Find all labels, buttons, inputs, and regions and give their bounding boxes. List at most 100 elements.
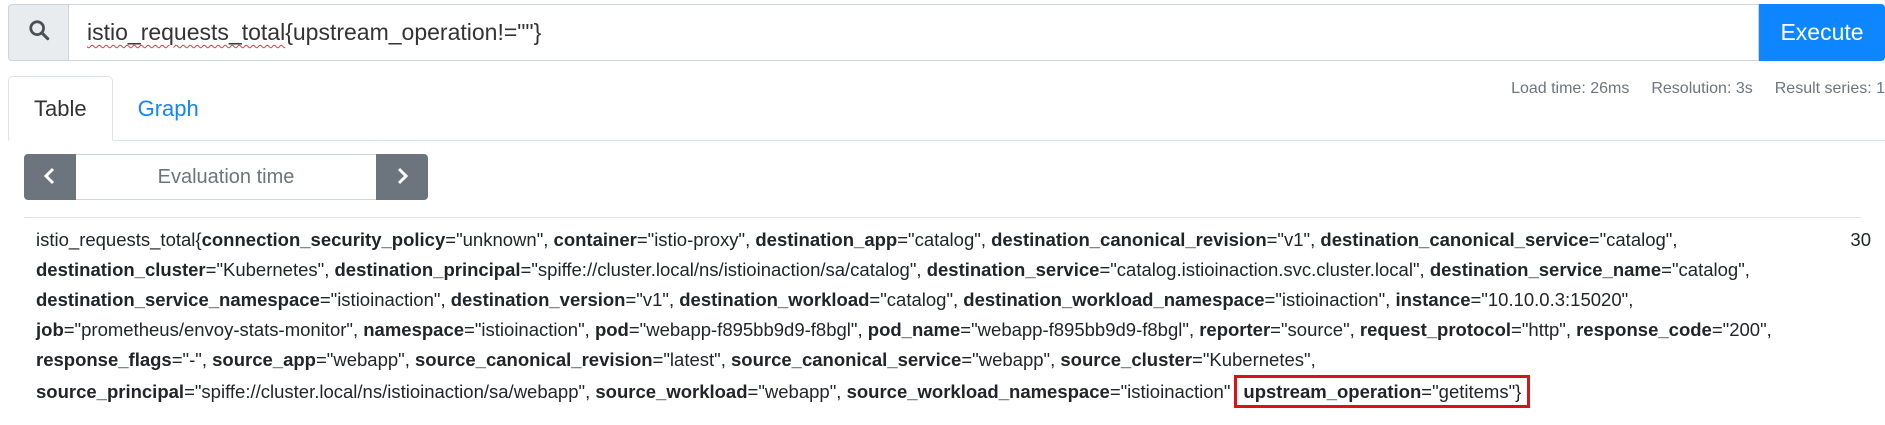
- query-text-prefix: istio_requests_total: [87, 19, 286, 45]
- label-value: ="istioinaction": [1264, 289, 1386, 310]
- metric-label: response_flags="-": [36, 349, 202, 370]
- label-value: ="webapp": [315, 349, 405, 370]
- metric-label: container="istio-proxy": [554, 229, 746, 250]
- tab-divider: [8, 140, 1885, 141]
- label-value: ="source": [1270, 319, 1350, 340]
- label-value: ="spiffe://cluster.local/ns/istioinactio…: [184, 381, 586, 402]
- search-icon: [28, 19, 50, 46]
- label-value: ="Kubernetes": [205, 259, 325, 280]
- metric-label: source_canonical_service="webapp": [731, 349, 1050, 370]
- next-time-button[interactable]: [376, 154, 428, 200]
- expression-input[interactable]: istio_requests_total {upstream_operation!…: [68, 4, 1759, 61]
- query-text-rest: {upstream_operation!=""}: [285, 19, 542, 45]
- label-key: request_protocol: [1359, 319, 1512, 340]
- label-value: ="200": [1711, 319, 1767, 340]
- query-stats: Load time: 26ms Resolution: 3s Result se…: [1511, 80, 1885, 98]
- label-value: ="unknown": [445, 229, 544, 250]
- label-value: ="istioinaction": [319, 289, 441, 310]
- label-value: ="http": [1511, 319, 1566, 340]
- metric-label: instance="10.10.0.3:15020": [1395, 289, 1628, 310]
- metric-label: destination_workload_namespace="istioina…: [963, 289, 1385, 310]
- resolution: Resolution: 3s: [1651, 80, 1753, 97]
- metric-label: response_code="200": [1576, 319, 1767, 340]
- tab-graph[interactable]: Graph: [113, 76, 224, 141]
- metric-label: destination_service_name="catalog": [1430, 259, 1745, 280]
- highlighted-label: upstream_operation="getitems"}: [1234, 375, 1531, 408]
- metric-label: request_protocol="http": [1360, 319, 1566, 340]
- label-key: pod: [594, 319, 629, 340]
- result-metric: istio_requests_total{connection_security…: [36, 225, 1816, 408]
- label-value: ="webapp": [747, 381, 837, 402]
- label-value: ="webapp": [961, 349, 1051, 370]
- label-key: source_app: [212, 349, 316, 370]
- label-value: ="catalog": [1661, 259, 1745, 280]
- label-key: source_principal: [36, 381, 185, 402]
- load-time: Load time: 26ms: [1511, 80, 1630, 97]
- evaluation-time-control: Evaluation time: [24, 154, 428, 200]
- chevron-left-icon: [42, 167, 58, 188]
- result-divider: [24, 217, 1861, 218]
- metric-label: source_workload="webapp": [595, 381, 836, 402]
- label-key: response_code: [1576, 319, 1712, 340]
- label-value: ="catalog": [869, 289, 954, 310]
- label-key: container: [553, 229, 637, 250]
- metric-label: destination_version="v1": [451, 289, 669, 310]
- label-value: ="Kubernetes": [1192, 349, 1311, 370]
- prev-time-button[interactable]: [24, 154, 76, 200]
- label-key: source_cluster: [1060, 349, 1193, 370]
- metric-label: destination_principal="spiffe://cluster.…: [334, 259, 916, 280]
- label-value: ="10.10.0.3:15020": [1470, 289, 1629, 310]
- metric-label: pod="webapp-f895bb9d9-f8bgl": [595, 319, 858, 340]
- label-value: ="v1": [625, 289, 669, 310]
- metric-label: source_cluster="Kubernetes": [1060, 349, 1310, 370]
- label-value: ="istioinaction": [464, 319, 585, 340]
- label-value: ="spiffe://cluster.local/ns/istioinactio…: [520, 259, 917, 280]
- label-key: pod_name: [867, 319, 961, 340]
- label-value: ="webapp-f895bb9d9-f8bgl": [628, 319, 858, 340]
- label-key: destination_app: [755, 229, 898, 250]
- evaluation-time-input[interactable]: Evaluation time: [76, 154, 376, 200]
- label-key: destination_version: [450, 289, 626, 310]
- label-value: ="catalog": [897, 229, 981, 250]
- label-key: namespace: [363, 319, 465, 340]
- metric-label: destination_cluster="Kubernetes": [36, 259, 324, 280]
- label-key: source_workload_namespace: [846, 381, 1110, 402]
- label-value: ="prometheus/envoy-stats-monitor": [63, 319, 353, 340]
- label-key: destination_service: [926, 259, 1100, 280]
- label-value: ="catalog": [1588, 229, 1673, 250]
- chevron-right-icon: [394, 167, 410, 188]
- query-bar: istio_requests_total {upstream_operation!…: [8, 4, 1885, 61]
- label-value: ="istioinaction": [1109, 381, 1231, 402]
- metric-label: destination_canonical_revision="v1": [991, 229, 1310, 250]
- label-key: upstream_operation: [1243, 381, 1422, 402]
- metric-name: istio_requests_total{: [36, 229, 202, 250]
- metric-label: destination_service_namespace="istioinac…: [36, 289, 440, 310]
- metric-label: source_workload_namespace="istioinaction…: [847, 381, 1231, 402]
- metric-label: destination_app="catalog": [755, 229, 980, 250]
- label-value: ="istio-proxy": [636, 229, 746, 250]
- metric-label: source_principal="spiffe://cluster.local…: [36, 381, 585, 402]
- execute-button[interactable]: Execute: [1759, 4, 1885, 61]
- metric-label: destination_canonical_service="catalog": [1320, 229, 1672, 250]
- label-value: ="latest": [652, 349, 721, 370]
- label-key: source_canonical_service: [730, 349, 962, 370]
- label-key: reporter: [1199, 319, 1271, 340]
- label-key: destination_service_name: [1429, 259, 1662, 280]
- result-value: 30: [1850, 229, 1871, 250]
- metric-label: reporter="source": [1199, 319, 1349, 340]
- label-key: destination_canonical_service: [1320, 229, 1589, 250]
- label-key: destination_cluster: [36, 259, 206, 280]
- label-key: source_canonical_revision: [415, 349, 653, 370]
- label-key: source_workload: [595, 381, 748, 402]
- label-key: destination_service_namespace: [36, 289, 320, 310]
- tab-table[interactable]: Table: [8, 76, 113, 141]
- label-value: ="-": [171, 349, 202, 370]
- label-key: instance: [1395, 289, 1471, 310]
- label-key: job: [36, 319, 64, 340]
- metric-label: pod_name="webapp-f895bb9d9-f8bgl": [868, 319, 1189, 340]
- label-key: destination_principal: [334, 259, 521, 280]
- label-value: ="catalog.istioinaction.svc.cluster.loca…: [1099, 259, 1420, 280]
- tab-bar: Table Graph: [8, 76, 224, 141]
- label-value: ="v1": [1266, 229, 1311, 250]
- search-addon: [8, 4, 68, 61]
